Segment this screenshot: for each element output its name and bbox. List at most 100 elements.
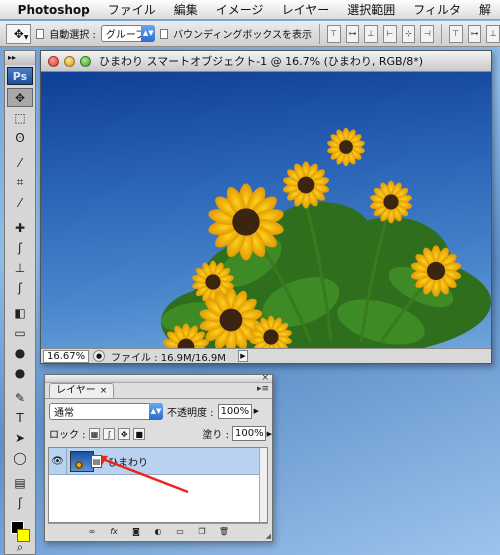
move-tool-icon[interactable]: ✥ [7,88,33,107]
panel-menu-icon[interactable]: ▸≡ [257,384,269,394]
lock-image-icon[interactable]: ʃ [103,427,116,440]
auto-select-value: グループ [105,30,146,41]
zoom-level-field[interactable]: 16.67% [43,349,89,363]
fill-field[interactable]: 100% [231,426,266,441]
sunflower [370,180,412,224]
chevron-down-icon: ▼ [23,33,29,41]
eye-icon[interactable]: 👁 [49,447,67,475]
tool-preset-picker[interactable]: ✥ ▼ [6,23,32,44]
history-brush-tool-icon[interactable]: ʃ [7,278,33,297]
folder-icon[interactable]: ▭ [172,526,188,538]
align-left-icon[interactable]: ⊢ [382,24,397,43]
smart-object-icon: ▤ [91,454,102,468]
resize-grip-icon[interactable]: ◢ [266,532,271,540]
auto-select-dropdown[interactable]: グループ ▲▼ [100,25,156,42]
dropdown-arrow-icon: ▲▼ [141,25,156,42]
slice-tool-icon[interactable]: ⁄ [7,193,33,212]
mask-icon[interactable]: ◙ [128,526,144,538]
menu-select[interactable]: 選択範囲 [338,0,404,19]
photoshop-logo[interactable]: Ps [7,67,33,85]
pen-tool-icon[interactable]: ✎ [7,388,33,407]
gradient-tool-icon[interactable]: ▭ [7,323,33,342]
status-menu-arrow-icon[interactable]: ▶ [237,350,248,362]
document-title-bar[interactable]: ひまわり スマートオブジェクト-1 @ 16.7% (ひまわり, RGB/8*) [41,51,491,72]
layers-panel: × レイヤー × ▸≡ 通常 ▲▼ 不透明度 : 100% ▶ ロック : ▦ ʃ… [44,373,273,542]
status-info-icon[interactable]: ● [93,350,105,362]
distribute-top-icon[interactable]: ⊤ [448,24,463,43]
blend-mode-dropdown[interactable]: 通常 ▲▼ [49,402,163,420]
menu-edit[interactable]: 編集 [165,0,207,19]
close-tab-icon[interactable]: × [100,386,108,396]
brush-tool-icon[interactable]: ʃ [7,238,33,257]
align-hcenter-icon[interactable]: ⊹ [401,24,416,43]
tab-layers-label: レイヤー [56,385,96,396]
document-title: ひまわり スマートオブジェクト-1 @ 16.7% (ひまわり, RGB/8*) [99,55,424,68]
layer-list: 👁 ▤ ひまわり [48,447,268,523]
align-top-icon[interactable]: ⊤ [326,24,341,43]
layer-list-scrollbar[interactable] [259,448,267,522]
opacity-slider-arrow-icon[interactable]: ▶ [254,407,259,415]
lock-all-icon[interactable]: ■ [133,427,146,440]
shape-tool-icon[interactable]: ◯ [7,448,33,467]
zoom-window-button[interactable] [80,55,91,67]
stamp-tool-icon[interactable]: ⊥ [7,258,33,277]
marquee-tool-icon[interactable]: ⬚ [7,108,33,127]
panel-tabs: レイヤー × ▸≡ [45,383,272,399]
opacity-label: 不透明度 : [167,407,214,419]
opacity-field[interactable]: 100% [217,403,252,419]
menu-bar: Photoshop ファイル 編集 イメージ レイヤー 選択範囲 フィルタ 解 [0,0,500,20]
move-tool-icon: ✥ [13,26,24,41]
distribute-vcenter-icon[interactable]: ⊶ [467,24,482,43]
lock-position-icon[interactable]: ✥ [118,427,131,440]
toolbox-title-bar[interactable]: ▸▸ [5,51,35,65]
magic-wand-tool-icon[interactable]: ⁄ [7,153,33,172]
align-bottom-icon[interactable]: ⊥ [364,24,378,43]
align-vcenter-icon[interactable]: ⊶ [345,24,360,43]
toolbox: ▸▸ Ps ✥⬚ʘ⁄⌗⁄✚ʃ⊥ʃ◧▭●●✎T➤◯▤ʃ✋⌕ [4,50,36,555]
panel-bottom-toolbar: ∞ fx ◙ ◐ ▭ ❐ 🗑 [48,523,268,539]
lock-transparency-icon[interactable]: ▦ [88,427,101,440]
crop-tool-icon[interactable]: ⌗ [7,173,33,192]
lock-label: ロック : [49,430,86,441]
close-window-button[interactable] [48,55,59,67]
lasso-tool-icon[interactable]: ʘ [7,128,33,147]
options-bar: ✥ ▼ 自動選択 : グループ ▲▼ バウンディングボックスを表示 ⊤ ⊶ ⊥ ⊢… [0,21,500,47]
eyedropper-tool-icon[interactable]: ʃ [7,493,33,512]
auto-select-checkbox[interactable] [36,28,45,39]
healing-brush-tool-icon[interactable]: ✚ [7,218,33,237]
eraser-tool-icon[interactable]: ◧ [7,303,33,322]
dodge-tool-icon[interactable]: ● [7,363,33,382]
menu-app-photoshop[interactable]: Photoshop [16,0,99,19]
document-canvas[interactable] [41,72,491,348]
blur-tool-icon[interactable]: ● [7,343,33,362]
tab-layers[interactable]: レイヤー × [49,383,115,398]
file-size-info: ファイル : 16.9M/16.9M [111,352,226,364]
menu-filter[interactable]: フィルタ [404,0,470,19]
layer-name[interactable]: ひまわり [108,454,148,469]
trash-icon[interactable]: 🗑 [216,526,232,538]
notes-tool-icon[interactable]: ▤ [7,473,33,492]
layer-row[interactable]: 👁 ▤ ひまわり [49,447,267,475]
document-window: ひまわり スマートオブジェクト-1 @ 16.7% (ひまわり, RGB/8*) [40,50,492,364]
menu-analysis[interactable]: 解 [470,0,500,19]
type-tool-icon[interactable]: T [7,408,33,427]
fill-slider-arrow-icon[interactable]: ▶ [267,430,272,438]
menu-layer[interactable]: レイヤー [273,0,339,19]
path-selection-tool-icon[interactable]: ➤ [7,428,33,447]
minimize-window-button[interactable] [64,55,75,67]
fx-icon[interactable]: fx [106,526,122,538]
lock-fill-row: ロック : ▦ ʃ ✥ ■ 塗り : 100% ▶ [45,423,272,444]
adjustment-icon[interactable]: ◐ [150,526,166,538]
background-color-swatch[interactable] [17,529,30,542]
panel-title-bar[interactable]: × [45,373,272,383]
blend-mode-value: 通常 [54,407,74,419]
link-icon[interactable]: ∞ [84,526,100,538]
show-bounding-box-checkbox[interactable] [160,28,169,39]
sunflower [327,127,365,167]
menu-image[interactable]: イメージ [207,0,273,19]
new-layer-icon[interactable]: ❐ [194,526,210,538]
distribute-bottom-icon[interactable]: ⊥ [486,24,500,43]
menu-file[interactable]: ファイル [99,0,165,19]
close-panel-icon[interactable]: × [261,373,269,383]
align-right-icon[interactable]: ⊣ [420,24,435,43]
